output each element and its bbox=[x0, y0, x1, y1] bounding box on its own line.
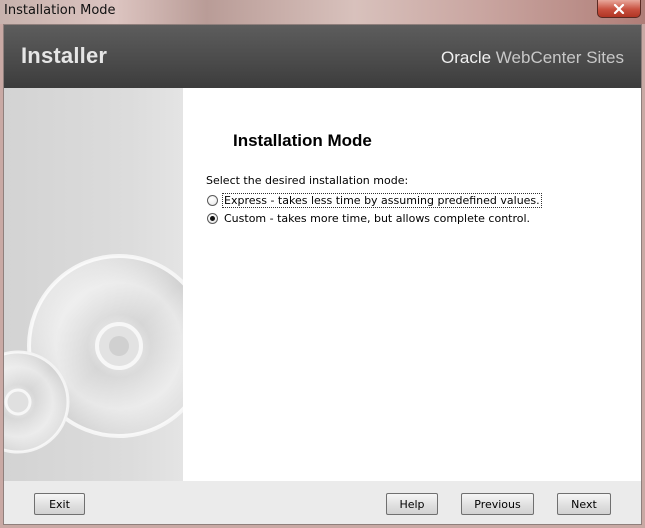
brand-logo: Oracle WebCenter Sites bbox=[441, 48, 624, 68]
exit-button[interactable]: Exit bbox=[34, 493, 85, 515]
express-label[interactable]: Express - takes less time by assuming pr… bbox=[222, 192, 542, 208]
close-button[interactable] bbox=[597, 0, 641, 18]
brand-secondary: WebCenter Sites bbox=[495, 48, 624, 67]
window-title: Installation Mode bbox=[4, 3, 116, 18]
side-panel bbox=[4, 88, 183, 481]
express-radio[interactable] bbox=[207, 194, 218, 206]
app-name: Installer bbox=[21, 43, 108, 68]
previous-button[interactable]: Previous bbox=[461, 493, 534, 515]
installer-window: Installation Mode Installer Oracle WebCe… bbox=[0, 0, 645, 528]
window-frame: Installer Oracle WebCenter Sites Install… bbox=[3, 24, 642, 525]
footer-bar: Exit Help Previous Next bbox=[4, 481, 641, 524]
mode-prompt: Select the desired installation mode: bbox=[206, 174, 409, 187]
custom-mode-option[interactable]: Custom - takes more time, but allows com… bbox=[207, 210, 531, 226]
page-title: Installation Mode bbox=[233, 131, 372, 150]
close-icon bbox=[613, 3, 625, 14]
custom-radio[interactable] bbox=[207, 212, 218, 224]
help-button[interactable]: Help bbox=[386, 493, 438, 515]
custom-label[interactable]: Custom - takes more time, but allows com… bbox=[223, 212, 531, 225]
next-button[interactable]: Next bbox=[557, 493, 611, 515]
installer-header: Installer Oracle WebCenter Sites bbox=[4, 25, 641, 88]
brand-primary: Oracle bbox=[440, 48, 492, 67]
content-area: Installation Mode Select the desired ins… bbox=[183, 88, 641, 481]
title-bar[interactable]: Installation Mode bbox=[0, 0, 645, 24]
disc-decoration-icon bbox=[4, 254, 183, 454]
express-mode-option[interactable]: Express - takes less time by assuming pr… bbox=[207, 192, 542, 208]
